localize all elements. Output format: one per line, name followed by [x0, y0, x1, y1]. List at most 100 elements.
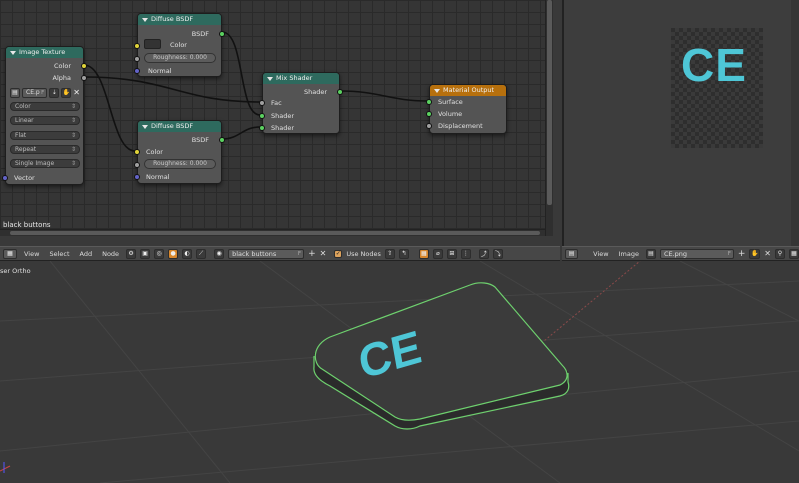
image-name-field[interactable]: CE.p F — [22, 87, 48, 98]
image-editor-header: ▤ View Image ▤ CE.png F + ✋ ✕ ⚲ ▦ — [562, 246, 799, 261]
image-texture-node[interactable]: Image Texture Color Alpha ▤ CE.p F ⇣ ✋ ✕ … — [2, 46, 87, 185]
input-surface-label: Surface — [438, 98, 463, 106]
projection-select[interactable]: Flat ⇕ — [10, 131, 80, 140]
image-preview[interactable]: CE — [671, 28, 763, 148]
collapse-triangle-icon[interactable] — [267, 76, 273, 81]
node-title: Mix Shader — [276, 74, 313, 82]
input-surface-socket[interactable] — [426, 99, 432, 105]
input-shader1-socket[interactable] — [259, 113, 265, 119]
snap-target-icon[interactable]: ⋮ — [460, 248, 471, 259]
menu-node[interactable]: Node — [99, 250, 122, 258]
diffuse-bsdf-node-bottom[interactable]: Diffuse BSDF BSDF Color Roughness: 0.000… — [134, 120, 225, 184]
image-browse-icon[interactable]: ▤ — [645, 248, 656, 259]
editor-type-icon[interactable]: ▤ — [565, 248, 579, 259]
color-space-select[interactable]: Color ⇕ — [10, 102, 80, 111]
input-shader2-label: Shader — [271, 124, 295, 132]
collapse-triangle-icon[interactable] — [142, 124, 148, 129]
output-bsdf-label: BSDF — [191, 30, 209, 38]
image-editor-area[interactable]: CE — [562, 0, 799, 246]
diffuse-bsdf-node-top[interactable]: Diffuse BSDF BSDF Color Roughness: 0.000… — [134, 13, 225, 77]
diffuse-bsdf-header[interactable]: Diffuse BSDF — [138, 14, 221, 25]
menu-view[interactable]: View — [21, 250, 42, 258]
material-output-header[interactable]: Material Output — [430, 85, 506, 96]
unlink-image-icon[interactable]: ✕ — [764, 249, 771, 258]
input-normal-label: Normal — [146, 173, 170, 181]
add-material-icon[interactable]: + — [308, 249, 316, 259]
unlink-material-icon[interactable]: ✕ — [320, 249, 327, 258]
input-fac-socket[interactable] — [259, 100, 265, 106]
interpolation-select[interactable]: Linear ⇕ — [10, 116, 80, 125]
input-normal-socket[interactable] — [134, 174, 140, 180]
render-slot-icon[interactable]: ▦ — [789, 248, 799, 259]
material-type-icon[interactable]: ● — [168, 248, 179, 259]
fake-user-icon[interactable]: ⇣ — [49, 87, 60, 98]
node-title: Diffuse BSDF — [151, 122, 194, 130]
viewport-scene: CE — [0, 261, 799, 483]
input-volume-label: Volume — [438, 110, 463, 118]
collapse-triangle-icon[interactable] — [10, 50, 16, 55]
output-bsdf-socket[interactable] — [219, 137, 225, 143]
menu-select[interactable]: Select — [46, 250, 72, 258]
mix-shader-node[interactable]: Mix Shader Shader Fac Shader Shader — [259, 72, 343, 134]
color-swatch[interactable] — [144, 39, 161, 49]
output-bsdf-socket[interactable] — [219, 31, 225, 37]
node-editor-canvas[interactable]: Image Texture Color Alpha ▤ CE.p F ⇣ ✋ ✕ … — [0, 0, 553, 236]
input-color-socket[interactable] — [134, 149, 140, 155]
snap-element-icon[interactable]: ⊞ — [446, 248, 457, 259]
backdrop-icon[interactable]: ▦ — [418, 248, 429, 259]
open-image-icon[interactable]: ✋ — [749, 248, 761, 259]
paste-nodes-icon[interactable]: ⤵ — [492, 248, 503, 259]
output-alpha-socket[interactable] — [81, 75, 87, 81]
input-vector-socket[interactable] — [2, 175, 8, 181]
output-color-socket[interactable] — [81, 63, 87, 69]
image-name-field[interactable]: CE.png F — [659, 248, 734, 259]
object-type-icon[interactable]: ▣ — [140, 248, 151, 259]
copy-nodes-icon[interactable]: ⤴ — [478, 248, 489, 259]
output-shader-socket[interactable] — [337, 89, 343, 95]
input-color-socket[interactable] — [134, 43, 140, 49]
material-name-field[interactable]: black buttons F — [228, 248, 305, 259]
pin-icon[interactable]: ⇧ — [384, 248, 395, 259]
pin-image-icon[interactable]: ⚲ — [775, 248, 785, 259]
image-browse-icon[interactable]: ▤ — [10, 87, 20, 98]
go-parent-icon[interactable]: ↰ — [398, 248, 409, 259]
mix-shader-header[interactable]: Mix Shader — [263, 73, 339, 84]
diffuse-bsdf-header[interactable]: Diffuse BSDF — [138, 121, 221, 132]
material-browse-icon[interactable]: ◉ — [214, 248, 225, 259]
node-horizontal-scrollbar[interactable] — [0, 229, 545, 236]
shader-type-icon[interactable]: ⚙ — [126, 248, 137, 259]
image-editor-scrollbar[interactable] — [791, 0, 799, 246]
menu-add[interactable]: Add — [77, 250, 96, 258]
node-title: Diffuse BSDF — [151, 15, 194, 23]
source-select[interactable]: Single Image ⇕ — [10, 159, 80, 168]
unlink-image-icon[interactable]: ✕ — [73, 88, 80, 97]
menu-image[interactable]: Image — [616, 250, 642, 258]
world-type-icon[interactable]: ◎ — [154, 248, 165, 259]
input-shader2-socket[interactable] — [259, 125, 265, 131]
input-volume-socket[interactable] — [426, 111, 432, 117]
editor-type-icon[interactable]: ▦ — [3, 248, 17, 259]
roughness-field[interactable]: Roughness: 0.000 — [144, 159, 216, 169]
input-fac-label: Fac — [271, 99, 282, 107]
3d-viewport[interactable]: CE ser Ortho — [0, 261, 799, 483]
menu-view[interactable]: View — [590, 250, 611, 258]
input-displacement-socket[interactable] — [426, 123, 432, 129]
input-roughness-socket[interactable] — [134, 56, 140, 62]
image-texture-node-header[interactable]: Image Texture — [6, 47, 83, 58]
roughness-field[interactable]: Roughness: 0.000 — [144, 53, 216, 63]
line-style-icon[interactable]: ⟋ — [196, 248, 207, 259]
input-normal-socket[interactable] — [134, 68, 140, 74]
extension-select[interactable]: Repeat ⇕ — [10, 145, 80, 154]
collapse-triangle-icon[interactable] — [142, 17, 148, 22]
node-vertical-scrollbar[interactable] — [545, 0, 553, 236]
link-mix-to-output — [339, 90, 428, 102]
new-image-icon[interactable]: + — [738, 249, 746, 259]
input-roughness-socket[interactable] — [134, 162, 140, 168]
collapse-triangle-icon[interactable] — [434, 88, 440, 93]
texture-type-icon[interactable]: ◐ — [182, 248, 193, 259]
open-image-icon[interactable]: ✋ — [61, 87, 72, 98]
use-nodes-checkbox[interactable]: ✓ — [334, 249, 343, 258]
snap-toggle-icon[interactable]: ⌀ — [432, 248, 443, 259]
material-output-node[interactable]: Material Output Surface Volume Displacem… — [426, 84, 507, 134]
input-normal-label: Normal — [148, 67, 172, 75]
